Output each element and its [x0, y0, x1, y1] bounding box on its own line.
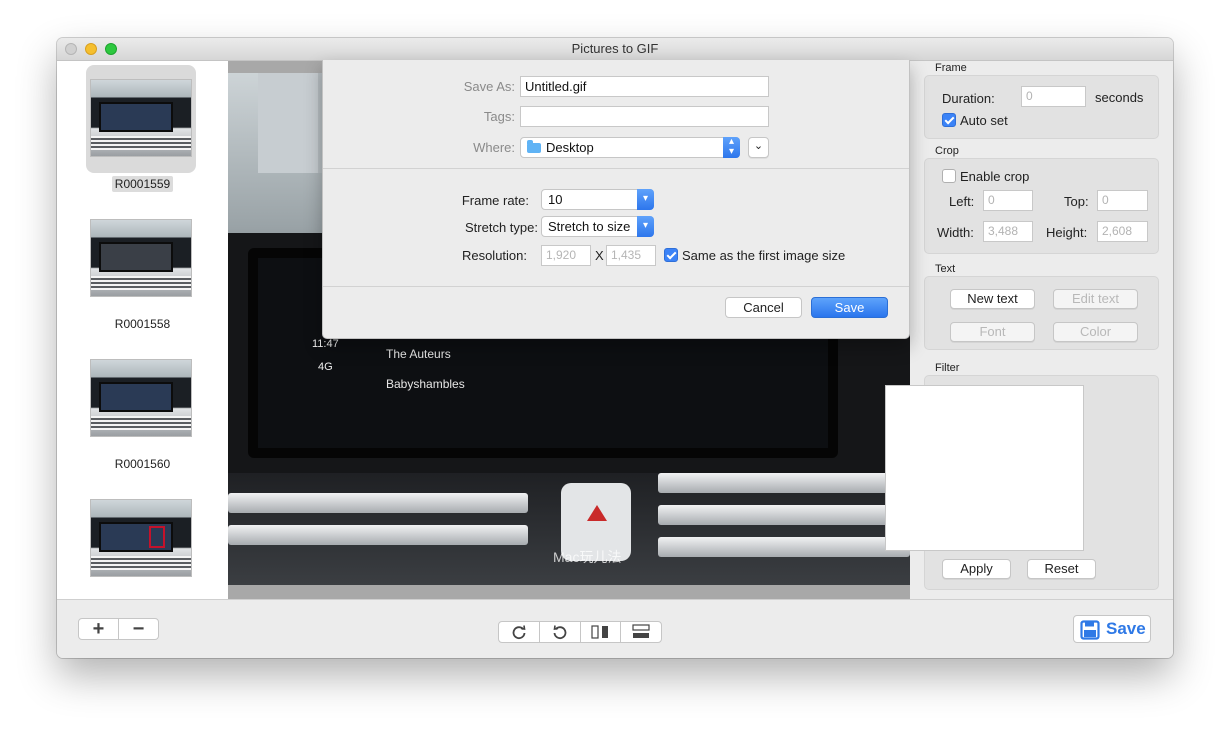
- enable-crop-label: Enable crop: [960, 169, 1030, 184]
- where-label: Where:: [473, 140, 515, 155]
- rotate-cw-icon[interactable]: [499, 622, 540, 642]
- plus-icon[interactable]: +: [79, 618, 119, 640]
- image-filename: R0001560: [114, 457, 171, 471]
- display-clock: 11:47: [312, 338, 339, 350]
- duration-label: Duration:: [942, 91, 995, 106]
- image-list-item[interactable]: R0001558: [57, 201, 228, 331]
- crop-left-label: Left:: [949, 194, 975, 209]
- cancel-button[interactable]: Cancel: [725, 297, 802, 318]
- frame-rate-label: Frame rate:: [461, 193, 529, 208]
- zoom-window-button[interactable]: [105, 43, 117, 55]
- crop-group-title: Crop: [935, 145, 959, 157]
- same-size-checkbox[interactable]: [664, 248, 678, 262]
- divider: [323, 168, 909, 169]
- stretch-type-label: Stretch type:: [465, 220, 538, 235]
- crop-height-field[interactable]: 2,608: [1097, 221, 1148, 242]
- display-network: 4G: [318, 361, 333, 373]
- minus-icon[interactable]: −: [119, 618, 158, 640]
- watermark: Mac玩儿法: [553, 549, 622, 565]
- reset-filter-button[interactable]: Reset: [1027, 559, 1096, 579]
- image-thumbnail: [90, 79, 192, 157]
- rotate-ccw-icon[interactable]: [540, 622, 581, 642]
- save-button[interactable]: Save: [811, 297, 888, 318]
- song-title: The Auteurs: [386, 347, 451, 361]
- crop-top-label: Top:: [1064, 194, 1089, 209]
- image-list-sidebar[interactable]: R0001559 R0001558 R0001560: [57, 61, 229, 599]
- new-text-button[interactable]: New text: [950, 289, 1035, 309]
- same-size-label: Same as the first image size: [682, 248, 846, 263]
- resolution-height-field[interactable]: 1,435: [606, 245, 656, 266]
- frame-rate-value: 10: [548, 192, 563, 207]
- filter-preview-area[interactable]: [885, 385, 1084, 551]
- titlebar[interactable]: Pictures to GIF: [57, 38, 1173, 61]
- save-as-field[interactable]: Untitled.gif: [520, 76, 769, 97]
- save-gif-button[interactable]: Save: [1073, 615, 1151, 643]
- enable-crop-checkbox[interactable]: [942, 169, 956, 183]
- divider: [323, 286, 909, 287]
- flip-horizontal-icon[interactable]: [581, 622, 622, 642]
- image-thumbnail: [90, 499, 192, 577]
- filter-group-title: Filter: [935, 362, 960, 374]
- image-list-item[interactable]: [57, 481, 228, 599]
- image-thumbnail: [90, 219, 192, 297]
- crop-height-label: Height:: [1046, 225, 1088, 240]
- crop-width-label: Width:: [937, 225, 974, 240]
- flip-vertical-icon[interactable]: [621, 622, 661, 642]
- apply-filter-button[interactable]: Apply: [942, 559, 1011, 579]
- edit-text-button[interactable]: Edit text: [1053, 289, 1138, 309]
- minimize-window-button[interactable]: [85, 43, 97, 55]
- auto-set-checkbox[interactable]: [942, 113, 956, 127]
- updown-arrows-icon: ▴ ▾: [723, 137, 740, 158]
- save-gif-label: Save: [1106, 619, 1146, 638]
- window-title: Pictures to GIF: [571, 41, 659, 56]
- add-remove-control: + −: [78, 618, 159, 640]
- resolution-label: Resolution:: [461, 248, 527, 263]
- color-button[interactable]: Color: [1053, 322, 1138, 342]
- close-window-button[interactable]: [65, 43, 77, 55]
- folder-icon: [527, 140, 541, 153]
- stretch-type-popup[interactable]: Stretch to size ▾: [541, 216, 654, 237]
- image-thumbnail: [90, 359, 192, 437]
- stretch-type-value: Stretch to size: [548, 219, 631, 234]
- save-dialog: Save As: Untitled.gif Tags: Where: Deskt…: [322, 60, 910, 339]
- text-group-title: Text: [935, 263, 956, 275]
- frame-group: [924, 75, 1159, 139]
- resolution-x-label: X: [595, 248, 604, 263]
- bottom-toolbar: + − Save: [57, 599, 1173, 658]
- where-value: Desktop: [546, 140, 594, 155]
- floppy-disk-icon: [1080, 620, 1100, 640]
- crop-width-field[interactable]: 3,488: [983, 221, 1033, 242]
- chevron-down-icon: ▾: [637, 189, 654, 210]
- auto-set-label: Auto set: [960, 113, 1008, 128]
- chevron-down-icon: ▾: [637, 216, 654, 237]
- transform-control: [498, 621, 662, 643]
- image-filename: R0001558: [114, 317, 171, 331]
- tags-label: Tags:: [483, 109, 515, 124]
- save-as-label: Save As:: [463, 79, 515, 94]
- resolution-width-field[interactable]: 1,920: [541, 245, 591, 266]
- frame-group-title: Frame: [935, 62, 967, 74]
- image-list-item[interactable]: R0001559: [57, 61, 228, 192]
- crop-top-field[interactable]: 0: [1097, 190, 1148, 211]
- where-popup[interactable]: Desktop ▴ ▾: [520, 137, 740, 158]
- frame-rate-popup[interactable]: 10 ▾: [541, 189, 654, 210]
- seconds-label: seconds: [1095, 90, 1144, 105]
- image-list-item[interactable]: R0001560: [57, 341, 228, 471]
- song-title: Babyshambles: [386, 377, 465, 391]
- image-filename: R0001559: [111, 176, 174, 192]
- chevron-down-icon: ⌄: [753, 140, 764, 152]
- crop-left-field[interactable]: 0: [983, 190, 1033, 211]
- tags-field[interactable]: [520, 106, 769, 127]
- expand-dialog-button[interactable]: ⌄: [748, 137, 769, 158]
- font-button[interactable]: Font: [950, 322, 1035, 342]
- duration-field[interactable]: 0: [1021, 86, 1086, 107]
